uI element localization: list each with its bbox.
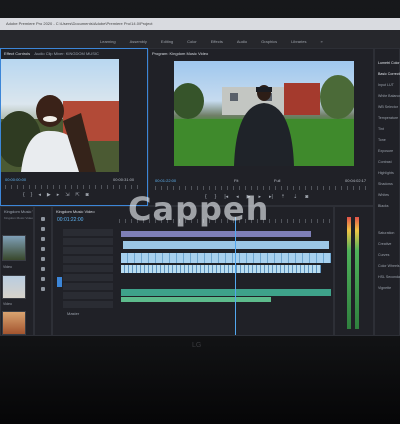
bin-label-2: Video — [3, 302, 12, 306]
project-panel: Kingdom Music Vid Kingdom Music Video.pr… — [0, 206, 34, 336]
video-clip-track-1[interactable] — [121, 253, 331, 263]
basic-correction-header[interactable]: Basic Correction — [378, 69, 400, 80]
program-video-frame — [174, 61, 354, 166]
mark-out-icon[interactable]: } — [31, 192, 33, 198]
menu-item-learning[interactable]: Learning — [100, 39, 116, 44]
source-time-ruler[interactable] — [5, 185, 141, 189]
source-transport-controls: { } ◂ ▶ ▸ ⇲ ⇱ ◙ — [23, 192, 89, 198]
program-timecode-duration: 00:04:02:17 — [345, 178, 367, 183]
bin-thumbnail-3[interactable] — [2, 311, 26, 335]
audio-meters-panel — [334, 206, 374, 336]
source-video-image — [1, 95, 119, 172]
program-goto-out-icon[interactable]: ▸| — [269, 194, 273, 200]
source-monitor-panel: Effect Controls Audio Clip Mixer: KINGDO… — [0, 48, 148, 206]
source-video-frame — [1, 59, 119, 172]
audio-meter-left — [347, 217, 351, 329]
mark-in-icon[interactable]: { — [23, 192, 25, 198]
lumetri-item-tone[interactable]: Tone — [378, 135, 400, 146]
play-icon[interactable]: ▶ — [47, 192, 51, 198]
project-file-name: Kingdom Music Video.prproj — [4, 216, 33, 220]
program-timecode-current: 00:01:22:00 — [155, 178, 177, 183]
program-title[interactable]: Program: Kingdom Music Video — [152, 51, 208, 56]
audio-clip-track-2[interactable] — [121, 297, 271, 302]
toggle-track-output-icon[interactable] — [57, 277, 62, 287]
type-tool-icon[interactable] — [41, 287, 45, 291]
menu-item-editing[interactable]: Editing — [161, 39, 173, 44]
menu-item-assembly[interactable]: Assembly — [130, 39, 147, 44]
selection-tool-icon[interactable] — [41, 217, 45, 221]
step-forward-icon[interactable]: ▸ — [57, 192, 60, 198]
lumetri-item-wb-selector[interactable]: WB Selector — [378, 102, 400, 113]
lumetri-item-color-wheels[interactable]: Color Wheels & Match — [378, 261, 400, 272]
lumetri-item-contrast[interactable]: Contrast — [378, 157, 400, 168]
lumetri-item-tint[interactable]: Tint — [378, 124, 400, 135]
lumetri-item-highlights[interactable]: Highlights — [378, 168, 400, 179]
lumetri-item-shadows[interactable]: Shadows — [378, 179, 400, 190]
insert-icon[interactable]: ⇲ — [65, 192, 69, 198]
lumetri-item-curves[interactable]: Curves — [378, 250, 400, 261]
lumetri-item-hsl-secondary[interactable]: HSL Secondary — [378, 272, 400, 283]
ripple-edit-tool-icon[interactable] — [41, 237, 45, 241]
tab-audio-clip-mixer[interactable]: Audio Clip Mixer: KINGDOM MUSIC — [34, 51, 98, 56]
lumetri-property-list: Lumetri Color Basic Correction Input LUT… — [378, 58, 400, 294]
program-fit-dropdown[interactable]: Fit — [234, 178, 238, 183]
track-headers — [63, 229, 113, 309]
tab-effect-controls[interactable]: Effect Controls — [4, 51, 30, 56]
lumetri-item-temperature[interactable]: Temperature — [378, 113, 400, 124]
step-back-icon[interactable]: ◂ — [38, 192, 41, 198]
monitor-chin — [0, 336, 400, 424]
lumetri-item-whites[interactable]: Whites — [378, 190, 400, 201]
razor-tool-icon[interactable] — [41, 247, 45, 251]
menu-item-graphics[interactable]: Graphics — [261, 39, 277, 44]
export-frame-icon[interactable]: ◙ — [86, 192, 89, 198]
program-monitor-panel: Program: Kingdom Music Video 00:01:22:00… — [148, 48, 374, 206]
playhead[interactable] — [235, 217, 236, 335]
menu-item-effects[interactable]: Effects — [211, 39, 223, 44]
audio-meter-right — [355, 217, 359, 329]
audio-clip-track-1[interactable] — [121, 289, 331, 296]
master-track-label: Master — [67, 311, 80, 316]
pen-tool-icon[interactable] — [41, 267, 45, 271]
editor-screen: Adobe Premiere Pro 2020 - C:\Users\Docum… — [0, 18, 400, 336]
program-quality-dropdown[interactable]: Full — [274, 178, 280, 183]
source-timecode-in: 00:00:00:00 — [5, 177, 27, 182]
program-video-image — [174, 75, 354, 166]
lumetri-item-vignette[interactable]: Vignette — [378, 283, 400, 294]
tab-sequence[interactable]: Kingdom Music Video — [56, 209, 95, 214]
menu-overflow-button[interactable]: » — [320, 39, 322, 44]
menu-item-color[interactable]: Color — [187, 39, 197, 44]
menu-item-libraries[interactable]: Libraries — [291, 39, 306, 44]
project-title[interactable]: Kingdom Music Vid — [1, 207, 33, 216]
camera-icon[interactable]: ◙ — [305, 194, 308, 200]
bin-thumbnail-1[interactable] — [2, 235, 26, 261]
watermark-text: Cappeh — [128, 190, 270, 228]
tools-panel — [34, 206, 52, 336]
system-title-bar: Adobe Premiere Pro 2020 - C:\Users\Docum… — [0, 18, 400, 30]
track-select-tool-icon[interactable] — [41, 227, 45, 231]
video-clip-track-2[interactable] — [123, 241, 329, 249]
lift-icon[interactable]: ⇡ — [281, 194, 285, 200]
lumetri-item-white-balance[interactable]: White Balance — [378, 91, 400, 102]
bin-label-1: Video — [3, 265, 12, 269]
lumetri-item-exposure[interactable]: Exposure — [378, 146, 400, 157]
hand-tool-icon[interactable] — [41, 277, 45, 281]
extract-icon[interactable]: ⇣ — [293, 194, 297, 200]
lumetri-item-saturation[interactable]: Saturation — [378, 228, 400, 239]
lumetri-item-input-lut[interactable]: Input LUT — [378, 80, 400, 91]
video-clip-edits[interactable] — [121, 265, 321, 273]
bin-thumbnail-2[interactable] — [2, 275, 26, 299]
lumetri-title: Lumetri Color — [378, 61, 400, 65]
source-timecode-out: 00:00:31:00 — [113, 177, 135, 182]
monitor-brand-logo: LG — [192, 342, 202, 349]
timeline-timecode: 00:01:22:00 — [57, 217, 84, 223]
video-clip-title[interactable] — [121, 231, 311, 237]
lumetri-item-blacks[interactable]: Blacks — [378, 201, 400, 212]
overwrite-icon[interactable]: ⇱ — [75, 192, 79, 198]
slip-tool-icon[interactable] — [41, 257, 45, 261]
lumetri-item-creative[interactable]: Creative — [378, 239, 400, 250]
menu-item-audio[interactable]: Audio — [237, 39, 247, 44]
